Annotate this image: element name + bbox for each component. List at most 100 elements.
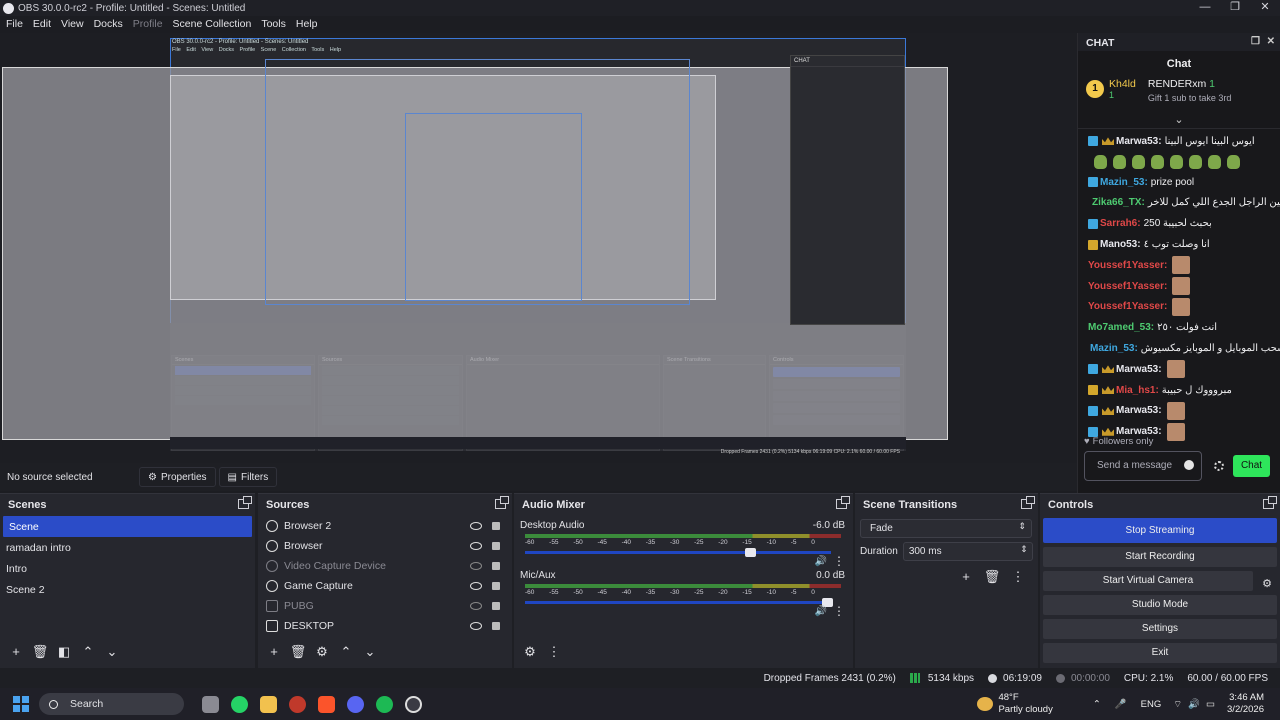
virtual-camera-settings-icon[interactable]: ⚙ [1262, 577, 1272, 590]
eye-icon[interactable] [470, 582, 482, 590]
menu-edit[interactable]: Edit [33, 18, 51, 30]
task-view-icon[interactable] [202, 695, 219, 713]
source-item[interactable]: Video Capture Device [258, 556, 512, 576]
transition-select[interactable]: Fade ⇕ [860, 519, 1032, 538]
source-properties-button[interactable]: ⚙ [312, 643, 332, 661]
chat-message[interactable]: Marwa53: [1088, 401, 1280, 422]
wifi-icon[interactable]: ⌔ [1173, 699, 1182, 710]
taskbar-search[interactable]: Search [39, 693, 184, 715]
lock-icon[interactable] [492, 562, 500, 570]
scene-item[interactable]: Intro [0, 558, 255, 579]
chat-username[interactable]: Youssef1Yasser: [1088, 260, 1167, 271]
brave-browser-icon[interactable] [318, 695, 335, 713]
volume-slider[interactable] [525, 598, 833, 607]
transition-properties-button[interactable]: ⋮ [1008, 568, 1028, 586]
remove-source-button[interactable]: 🗑 [288, 643, 308, 661]
menu-help[interactable]: Help [296, 18, 318, 30]
top-gifter[interactable]: Kh4ld 1 [1109, 78, 1136, 100]
exit-button[interactable]: Exit [1043, 643, 1277, 663]
undock-icon[interactable] [1021, 496, 1035, 509]
move-up-button[interactable]: ⌃ [336, 643, 356, 661]
scene-item[interactable]: Scene [3, 516, 252, 537]
properties-button[interactable]: ⚙ Properties [139, 467, 216, 487]
filters-button[interactable]: ▤ Filters [218, 467, 278, 487]
scene-filters-button[interactable]: ◧ [54, 643, 74, 661]
scene-item[interactable]: Scene 2 [0, 579, 255, 600]
menu-docks[interactable]: Docks [94, 18, 123, 30]
weather-widget[interactable]: 48°F Partly cloudy [977, 692, 1053, 716]
microphone-icon[interactable]: 🎤 [1115, 699, 1127, 710]
chat-message[interactable]: Youssef1Yasser: [1088, 276, 1280, 297]
source-item[interactable]: Game Capture [258, 576, 512, 596]
undock-icon[interactable] [1263, 496, 1277, 509]
chat-message[interactable]: Marwa53: [1088, 359, 1280, 380]
move-down-button[interactable]: ⌄ [102, 643, 122, 661]
chat-message[interactable]: Mo7amed_53: انت فولت ٢٥٠ [1088, 317, 1280, 338]
undock-icon[interactable] [495, 496, 509, 509]
chat-message[interactable]: Zika66_TX: فين الراجل الجدع اللي كمل للاخ… [1088, 193, 1280, 214]
spotify-icon[interactable] [376, 695, 393, 713]
source-item[interactable]: PUBG [258, 596, 512, 616]
clock[interactable]: 3:46 AM 3/2/2026 [1227, 692, 1264, 716]
chat-message[interactable]: Sarrah6: 250 بحبث لحبيبة [1088, 213, 1280, 234]
settings-button[interactable]: Settings [1043, 619, 1277, 639]
remove-scene-button[interactable]: 🗑 [30, 643, 50, 661]
chat-message[interactable]: Mazin_53: سحب الموبايل و الموبايز مكسيوش [1088, 338, 1280, 359]
move-down-button[interactable]: ⌄ [360, 643, 380, 661]
chat-username[interactable]: Mia_hs1: [1116, 385, 1159, 396]
eye-off-icon[interactable] [470, 562, 482, 570]
source-item[interactable]: DESKTOP [258, 616, 512, 636]
chat-input[interactable]: Send a message [1084, 451, 1202, 481]
add-scene-button[interactable]: + [6, 643, 26, 661]
stop-streaming-button[interactable]: Stop Streaming [1043, 518, 1277, 543]
menu-scene-collection[interactable]: Scene Collection [173, 18, 252, 30]
file-explorer-icon[interactable] [260, 695, 277, 713]
add-source-button[interactable]: + [264, 643, 284, 661]
preview-canvas[interactable]: OBS 30.0.0-rc2 - Profile: Untitled - Sce… [0, 33, 1077, 463]
whatsapp-icon[interactable] [231, 695, 248, 713]
lock-icon[interactable] [492, 582, 500, 590]
windows-start-icon[interactable] [13, 696, 29, 712]
chat-username[interactable]: Mazin_53: [1090, 343, 1138, 354]
second-gifter[interactable]: RENDERxm 1 Gift 1 sub to take 3rd [1148, 78, 1232, 103]
source-item[interactable]: Browser [258, 536, 512, 556]
obs-taskbar-icon[interactable] [405, 695, 422, 713]
eye-icon[interactable] [470, 622, 482, 630]
battery-icon[interactable]: ▭ [1206, 699, 1215, 710]
advanced-audio-icon[interactable]: ⚙ [520, 643, 540, 661]
start-virtual-camera-button[interactable]: Start Virtual Camera [1043, 571, 1253, 591]
slider-thumb[interactable] [745, 548, 757, 557]
duration-input[interactable]: 300 ms ⇕ [902, 541, 1033, 561]
eye-icon[interactable] [470, 522, 482, 530]
scene-item[interactable]: ramadan intro [0, 537, 255, 558]
volume-icon[interactable]: 🔊 [1188, 699, 1200, 710]
chat-username[interactable]: Youssef1Yasser: [1088, 301, 1167, 312]
chat-username[interactable]: Mo7amed_53: [1088, 322, 1154, 333]
chat-message[interactable]: Mano53: انا وصلت توب ٤ [1088, 234, 1280, 255]
menu-profile[interactable]: Profile [133, 18, 163, 30]
undock-icon[interactable]: ❐ [1251, 36, 1260, 47]
emote-picker-icon[interactable] [1184, 460, 1194, 470]
chat-username[interactable]: Marwa53: [1116, 405, 1162, 416]
app-icon[interactable] [289, 695, 306, 713]
chat-send-button[interactable]: Chat [1233, 455, 1270, 477]
lock-icon[interactable] [492, 542, 500, 550]
chevron-up-icon[interactable]: ⌃ [1093, 699, 1101, 710]
minimize-button[interactable]: — [1190, 0, 1220, 16]
speaker-icon[interactable]: 🔊 [815, 606, 827, 617]
chat-username[interactable]: Sarrah6: [1100, 218, 1141, 229]
eye-icon[interactable] [470, 542, 482, 550]
studio-mode-button[interactable]: Studio Mode [1043, 595, 1277, 615]
more-options-icon[interactable]: ⋮ [544, 643, 564, 661]
move-up-button[interactable]: ⌃ [78, 643, 98, 661]
chat-username[interactable]: Youssef1Yasser: [1088, 281, 1167, 292]
chat-message[interactable]: Youssef1Yasser: [1088, 297, 1280, 318]
volume-slider[interactable] [525, 548, 831, 557]
add-transition-button[interactable]: + [956, 568, 976, 586]
lock-icon[interactable] [492, 522, 500, 530]
undock-icon[interactable] [836, 496, 850, 509]
chevron-down-icon[interactable]: ⌄ [1078, 115, 1280, 128]
close-button[interactable]: ✕ [1250, 0, 1280, 16]
lock-icon[interactable] [492, 602, 500, 610]
lock-icon[interactable] [492, 622, 500, 630]
